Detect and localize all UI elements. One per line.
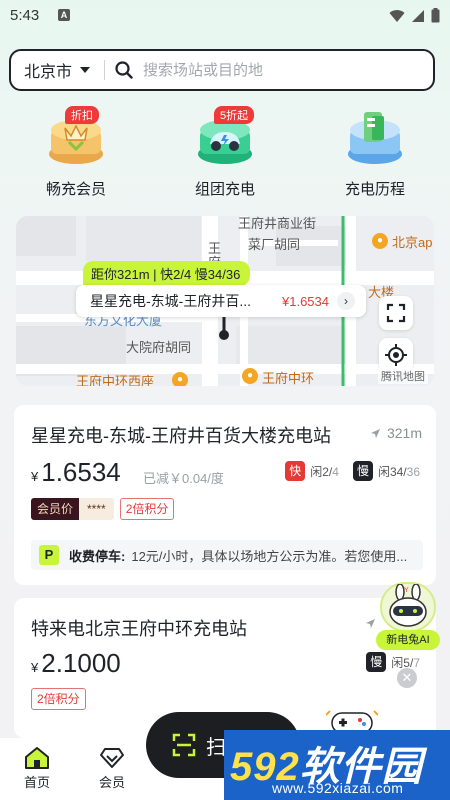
slow-tag: 慢 bbox=[352, 461, 373, 481]
close-icon[interactable]: ✕ bbox=[397, 668, 417, 688]
charge-history-icon bbox=[344, 108, 406, 166]
station-name: 星星充电-东城-王府井百货大楼充电站 bbox=[31, 426, 331, 446]
quick-action-vip[interactable]: 折扣 畅充会员 bbox=[21, 106, 131, 199]
map-poi-icon: ● bbox=[372, 233, 388, 249]
city-selector[interactable]: 北京市 bbox=[24, 58, 72, 82]
slow-total: 7 bbox=[413, 655, 420, 670]
station-tags: 2倍积分 bbox=[31, 688, 86, 710]
station-card[interactable]: 星星充电-东城-王府井百货大楼充电站 321m ¥1.6534 已减￥0.04/… bbox=[14, 405, 436, 585]
member-price-tag: 会员价 **** bbox=[31, 498, 114, 520]
fullscreen-button[interactable] bbox=[379, 296, 413, 330]
slow-charger-slot: 慢 闲34/36 bbox=[352, 461, 420, 481]
scan-icon bbox=[172, 733, 196, 757]
fullscreen-icon bbox=[386, 303, 406, 323]
vip-badge: 折扣 bbox=[65, 106, 99, 124]
fast-total: 4 bbox=[332, 464, 339, 479]
locate-button[interactable] bbox=[379, 338, 413, 372]
search-bar: 北京市 bbox=[9, 49, 435, 91]
chevron-down-icon[interactable] bbox=[80, 67, 91, 73]
quick-actions: 折扣 畅充会员 5折起 组团充电 充电历程 bbox=[0, 106, 450, 199]
distance-value: 321m bbox=[386, 425, 422, 441]
nav-home-label: 首页 bbox=[23, 775, 50, 790]
member-price-value: **** bbox=[79, 498, 114, 520]
map-poi-icon: ● bbox=[242, 368, 258, 384]
map-label: 北京ap bbox=[392, 235, 433, 250]
station-distance: 321m bbox=[370, 425, 422, 441]
chevron-right-icon[interactable]: › bbox=[337, 292, 355, 310]
scan-label: 扫 bbox=[206, 736, 226, 759]
locate-icon bbox=[385, 344, 407, 366]
station-distance bbox=[365, 618, 376, 629]
fast-charger-slot: 快 闲2/4 bbox=[285, 461, 339, 481]
station-pin-card[interactable]: 星星充电-东城-王府井百... ¥1.6534 › bbox=[76, 285, 366, 317]
search-divider bbox=[104, 60, 106, 80]
status-icons bbox=[389, 8, 440, 23]
station-price: ¥1.6534 bbox=[31, 457, 121, 488]
slow-tag: 慢 bbox=[366, 652, 387, 672]
ai-assistant-label: 新电兔AI bbox=[376, 630, 440, 650]
fast-free: 闲2/ bbox=[310, 464, 333, 479]
parking-icon: P bbox=[39, 545, 59, 565]
station-tags: 会员价 **** 2倍积分 bbox=[31, 498, 175, 520]
wifi-icon bbox=[389, 9, 405, 22]
map-label: 王府中环 bbox=[262, 371, 315, 386]
pin-station-name: 星星充电-东城-王府井百... bbox=[90, 293, 251, 309]
member-price-label: 会员价 bbox=[31, 498, 80, 520]
slow-free: 闲34/ bbox=[377, 464, 407, 479]
currency-symbol: ¥ bbox=[31, 469, 39, 484]
cellular-icon bbox=[412, 9, 424, 22]
points-tag: 2倍积分 bbox=[119, 498, 175, 520]
svg-text:Y: Y bbox=[404, 587, 409, 594]
group-charge-icon: 5折起 bbox=[194, 106, 256, 166]
map-attribution: 腾讯地图 bbox=[378, 368, 428, 384]
station-price: ¥2.1000 bbox=[31, 648, 121, 679]
notification-a-icon: A bbox=[58, 9, 70, 21]
parking-label: 收费停车: bbox=[69, 548, 126, 564]
map-label: 王府中环西座 bbox=[76, 374, 155, 386]
map-label: 菜厂胡同 bbox=[248, 237, 301, 252]
status-bar: 5:43 A bbox=[0, 0, 450, 32]
navigate-arrow-icon bbox=[370, 428, 380, 438]
fast-tag: 快 bbox=[285, 461, 306, 481]
search-input[interactable] bbox=[143, 61, 394, 79]
nav-member-label: 会员 bbox=[98, 775, 125, 790]
slow-free: 闲5/ bbox=[391, 655, 414, 670]
station-name: 特来电北京王府中环充电站 bbox=[31, 619, 247, 639]
charger-availability: 快 闲2/4 慢 闲34/36 bbox=[285, 461, 420, 481]
battery-icon bbox=[431, 8, 440, 23]
quick-action-group-charge[interactable]: 5折起 组团充电 bbox=[170, 106, 280, 199]
parking-info: P 收费停车: 12元/小时，具体以场地方公示为准。若您使用... bbox=[31, 540, 423, 570]
nav-home[interactable]: 首页 bbox=[12, 744, 62, 791]
quick-action-label: 组团充电 bbox=[194, 181, 255, 198]
price-value: 2.1000 bbox=[41, 648, 121, 678]
map-view[interactable]: 王府井商业街 菜厂胡同 王 府 ● 北京ap 大楼 东方文化大厦 大院府胡同 王… bbox=[16, 216, 434, 386]
pin-station-price: ¥1.6534 bbox=[282, 293, 329, 309]
home-icon bbox=[25, 747, 49, 769]
currency-symbol: ¥ bbox=[31, 660, 39, 675]
watermark-banner: 592软件园 www.592xiazai.com bbox=[224, 730, 450, 800]
parking-text: 12元/小时，具体以场地方公示为准。若您使用... bbox=[131, 548, 408, 564]
ai-assistant-button[interactable]: Y 新电兔AI bbox=[376, 582, 440, 652]
nav-member[interactable]: 会员 bbox=[87, 744, 137, 791]
vip-member-icon: 折扣 bbox=[45, 106, 107, 166]
ai-rabbit-icon: Y bbox=[380, 582, 436, 632]
map-label: 大院府胡同 bbox=[126, 340, 192, 355]
points-tag: 2倍积分 bbox=[31, 688, 86, 710]
price-value: 1.6534 bbox=[41, 457, 121, 487]
navigate-arrow-icon bbox=[366, 619, 375, 628]
quick-action-label: 畅充会员 bbox=[45, 181, 106, 198]
group-charge-badge: 5折起 bbox=[214, 106, 255, 124]
station-pin-tag[interactable]: 距你321m | 快2/4 慢34/36 bbox=[83, 261, 251, 286]
search-icon bbox=[115, 61, 133, 79]
map-label: 王府井商业街 bbox=[238, 216, 317, 231]
diamond-icon bbox=[100, 748, 124, 768]
status-time: 5:43 bbox=[10, 7, 40, 24]
price-discount: 已减￥0.04/度 bbox=[143, 471, 224, 486]
slow-total: 36 bbox=[406, 464, 420, 479]
watermark-url: www.592xiazai.com bbox=[272, 780, 404, 796]
quick-action-label: 充电历程 bbox=[344, 181, 405, 198]
quick-action-history[interactable]: 充电历程 bbox=[320, 108, 430, 199]
map-poi-icon: ● bbox=[172, 372, 188, 386]
